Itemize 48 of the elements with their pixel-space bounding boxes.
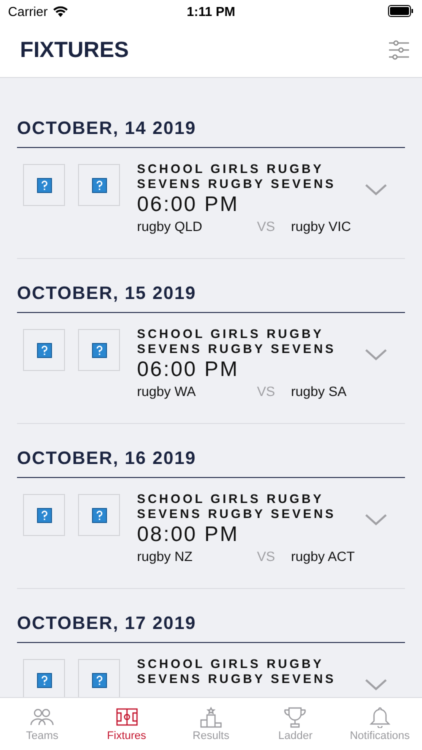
chevron-down-icon[interactable] [365,679,387,691]
tab-button[interactable]: Fixtures [84,698,169,750]
home-team: rugby WA [137,384,197,399]
carrier-label: Carrier [8,4,48,18]
status-time: 1:11 PM [186,4,236,18]
bell-icon [368,706,392,728]
competition-name: SCHOOL GIRLS RUGBY SEVENS RUGBY SEVENS [137,327,337,357]
pitch-icon [114,706,139,728]
home-team: rugby NZ [137,549,194,564]
broken-image-icon [92,178,106,192]
broken-image-icon [36,342,52,358]
broken-image-icon [92,672,106,688]
competition-name: SCHOOL GIRLS RUGBY SEVENS RUGBY SEVENS [137,657,337,687]
away-team: rugby SA [291,384,347,399]
tab-button[interactable]: Notifications [338,698,422,750]
tab-button[interactable]: Results [168,698,254,750]
chevron-down-icon[interactable] [365,184,387,196]
versus-label: VS [257,384,276,399]
date-heading: OCTOBER, 16 2019 [17,448,405,478]
away-team: rugby VIC [291,219,352,234]
kickoff-time: 08:00 PM [137,523,240,547]
page-title: FIXTURES [20,36,129,62]
tab-button[interactable]: Ladder [253,698,338,750]
broken-image-icon [36,672,52,688]
broken-image-icon [92,342,106,358]
podium-icon [199,706,224,728]
broken-image-icon [36,178,52,192]
competition-name: SCHOOL GIRLS RUGBY SEVENS RUGBY SEVENS [137,162,337,192]
versus-label: VS [257,219,276,234]
filter-settings-icon[interactable] [388,40,410,60]
away-team: rugby ACT [291,549,355,564]
home-team: rugby QLD [137,219,204,234]
battery-icon [388,5,414,17]
date-heading: OCTOBER, 15 2019 [17,283,405,313]
broken-image-icon [92,508,106,522]
versus-label: VS [257,549,276,564]
trophy-icon [283,706,308,728]
date-heading: OCTOBER, 17 2019 [17,613,405,643]
chevron-down-icon[interactable] [365,514,387,526]
broken-image-icon [36,508,52,522]
competition-name: SCHOOL GIRLS RUGBY SEVENS RUGBY SEVENS [137,492,337,522]
kickoff-time: 06:00 PM [137,193,240,217]
people-icon [30,706,54,728]
wifi-icon [52,6,68,16]
date-heading: OCTOBER, 14 2019 [17,118,405,148]
tab-button[interactable]: Teams [0,698,84,750]
kickoff-time: 06:00 PM [137,358,240,382]
chevron-down-icon[interactable] [365,349,387,361]
